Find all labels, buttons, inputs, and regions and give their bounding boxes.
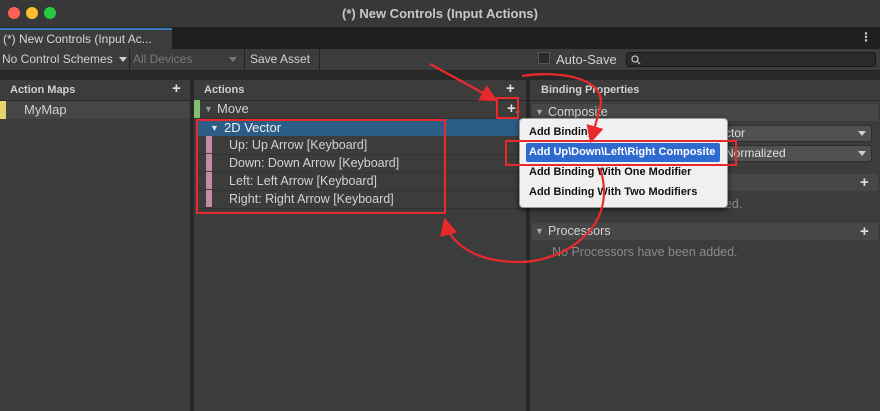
annotation-arrow-to-add xyxy=(429,63,498,102)
annotation-arrows xyxy=(429,63,606,264)
annotation-arrow-to-menu xyxy=(521,73,604,144)
annotation-arrow-to-bindings xyxy=(440,167,606,264)
